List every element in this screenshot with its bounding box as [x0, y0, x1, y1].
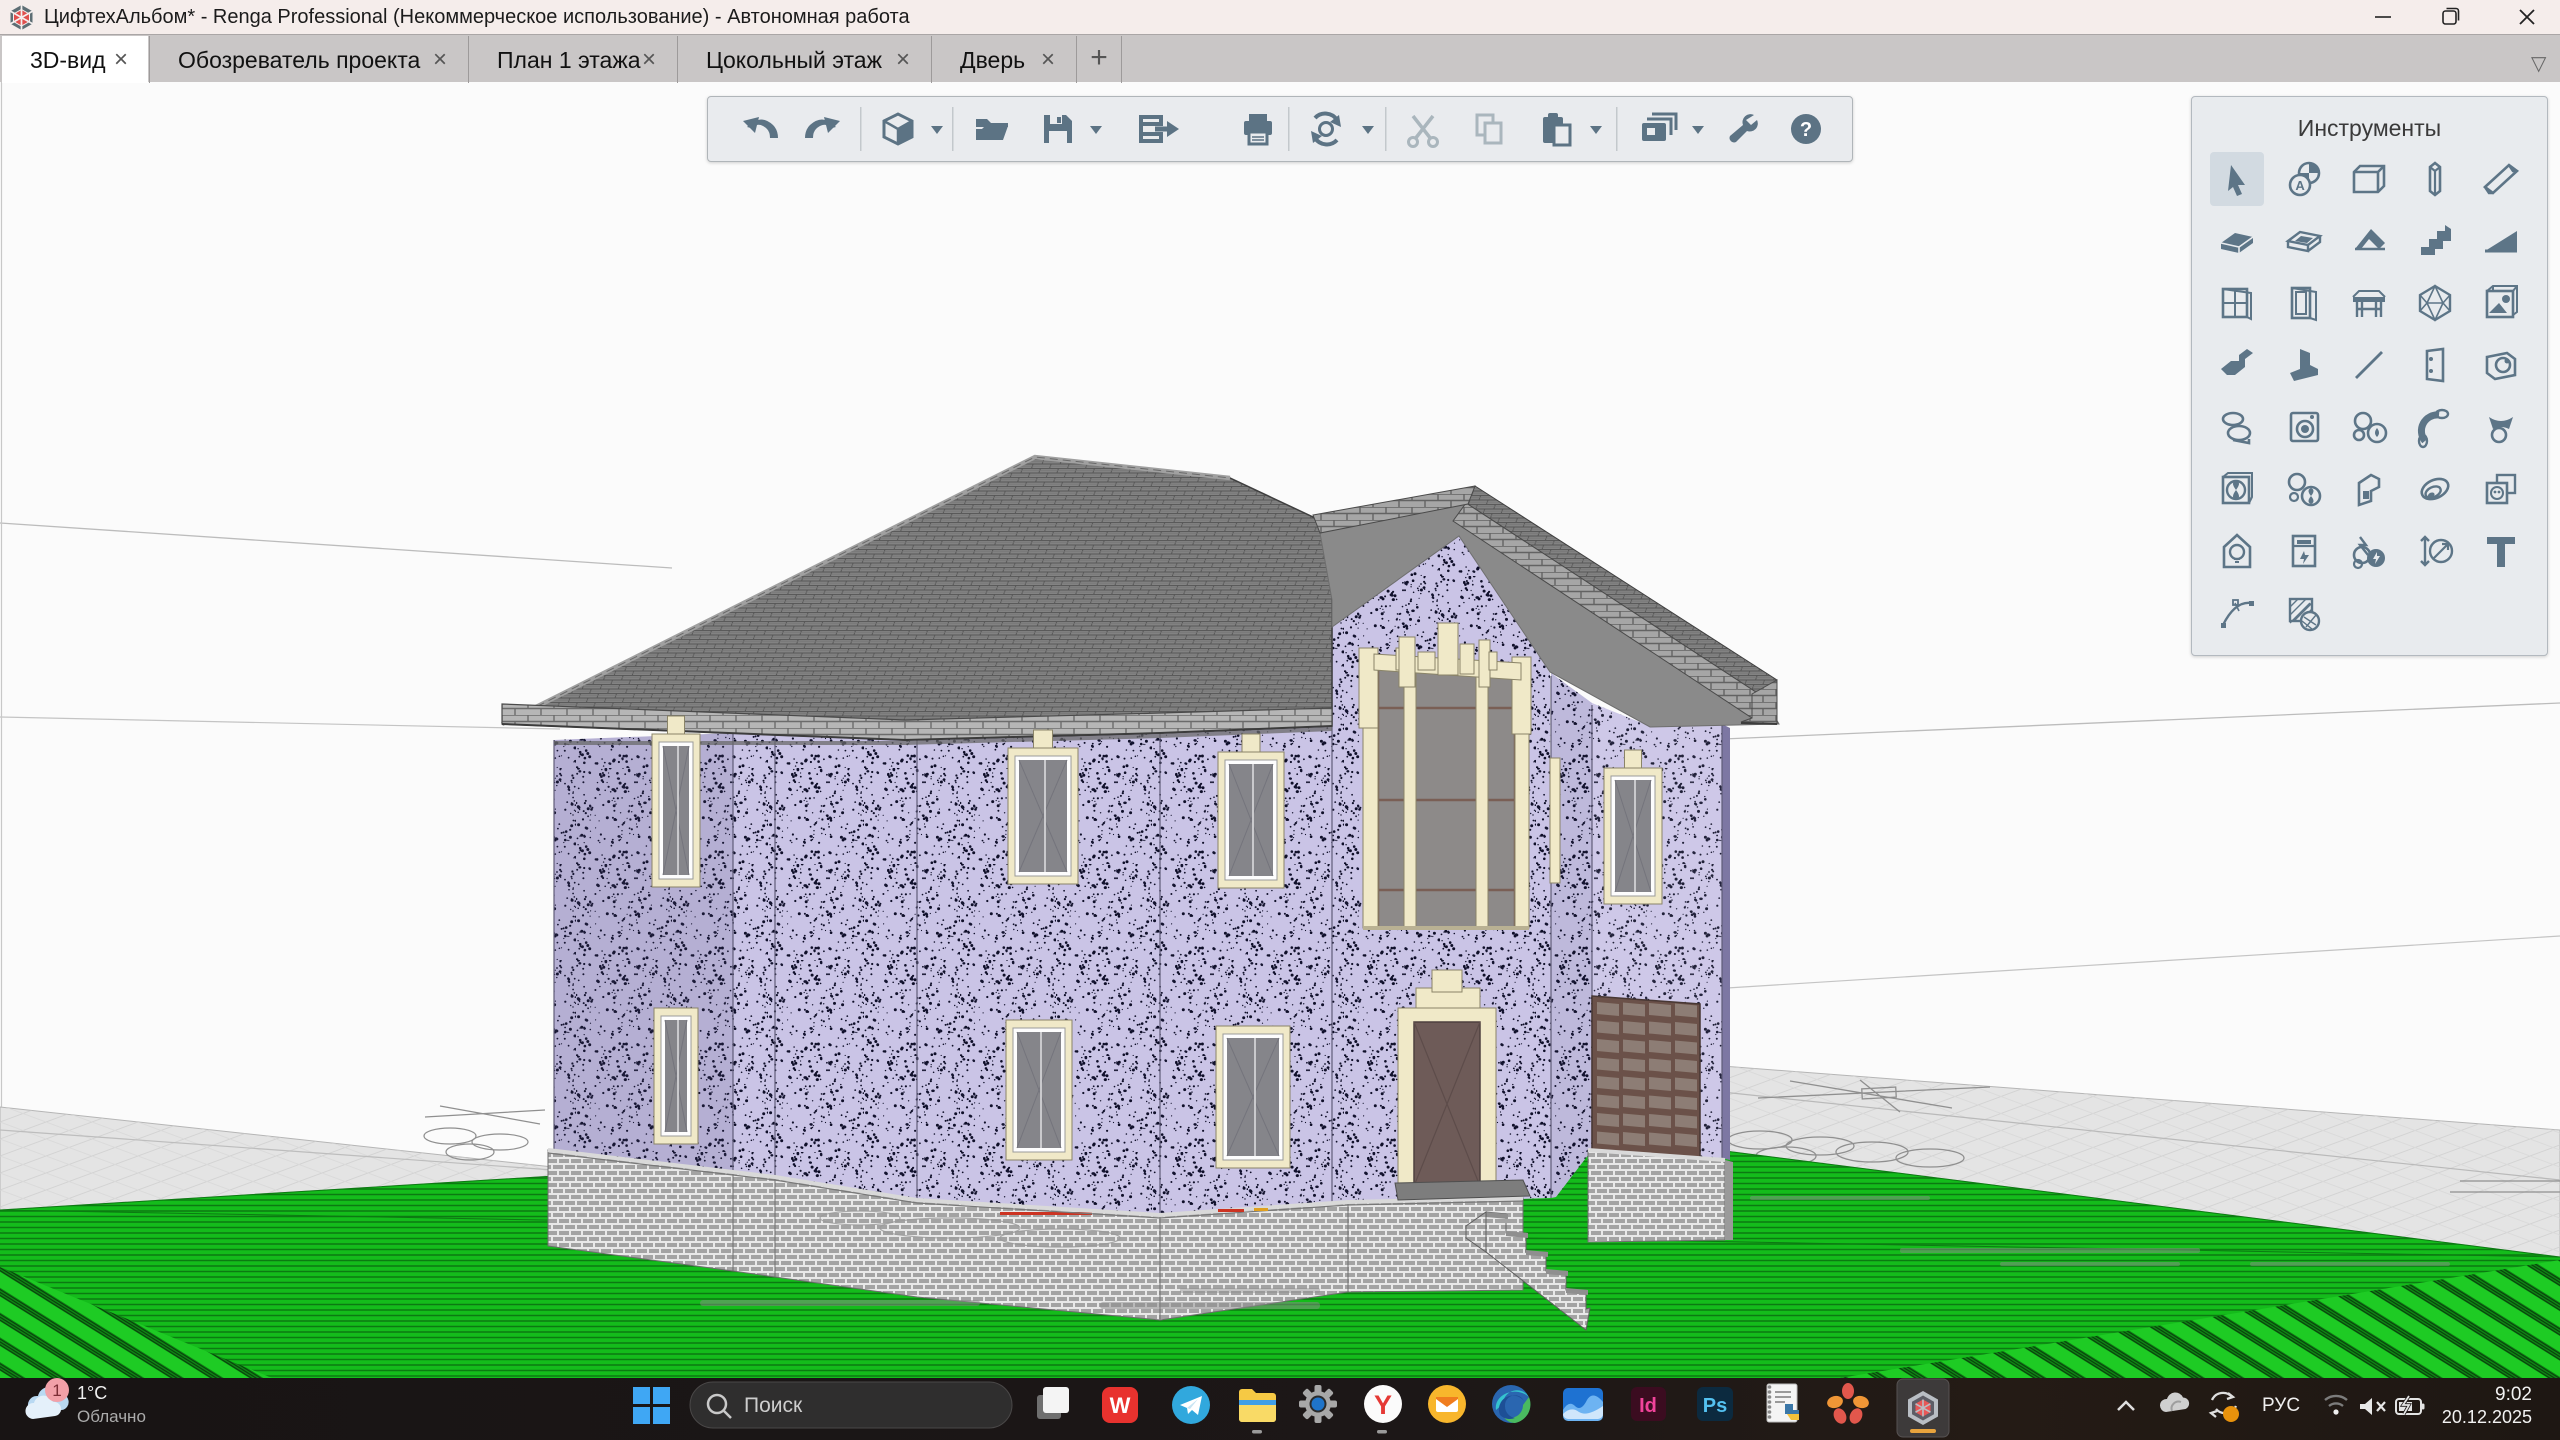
- svg-text:Id: Id: [1639, 1395, 1657, 1417]
- svg-text:A: A: [2295, 178, 2305, 193]
- svg-text:Облачно: Облачно: [77, 1407, 146, 1426]
- svg-text:1: 1: [52, 1381, 61, 1400]
- svg-text:20.12.2025: 20.12.2025: [2442, 1407, 2532, 1427]
- svg-text:Y: Y: [1374, 1390, 1392, 1420]
- svg-text:1°C: 1°C: [77, 1383, 107, 1403]
- svg-text:9:02: 9:02: [2495, 1384, 2532, 1405]
- svg-text:РУС: РУС: [2262, 1395, 2300, 1416]
- svg-text:W: W: [1110, 1393, 1131, 1418]
- svg-text:Поиск: Поиск: [744, 1394, 803, 1417]
- svg-text:Ps: Ps: [1703, 1395, 1727, 1417]
- svg-text:?: ?: [1800, 119, 1812, 141]
